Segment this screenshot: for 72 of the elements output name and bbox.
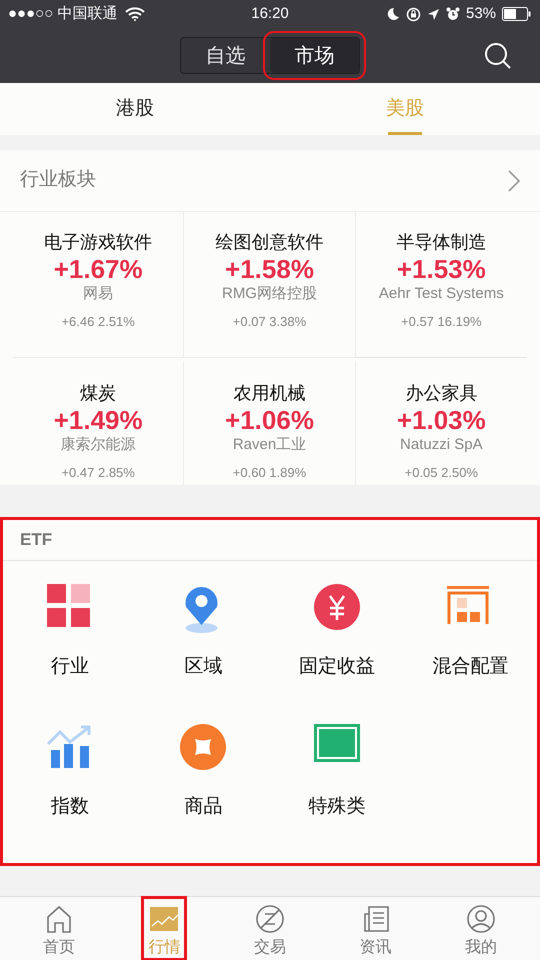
segment-tab[interactable]: 自选 [181, 38, 270, 73]
line-chart-icon [149, 904, 180, 934]
stock-name: Natuzzi SpA [400, 434, 483, 455]
sector-change: +1.67% [54, 254, 143, 284]
user-circle-icon [466, 904, 496, 934]
etf-category[interactable]: 区域 [136, 583, 270, 723]
sector-name: 电子游戏软件 [44, 231, 152, 254]
sector-change: +1.58% [225, 254, 314, 284]
market-tab[interactable]: 港股 [0, 83, 270, 135]
sector-tile[interactable]: 农用机械 +1.06% Raven工业 +0.60 1.89% [184, 360, 356, 485]
sector-tile[interactable]: 绘图创意软件 +1.58% RMG网络控股 +0.07 3.38% [184, 212, 356, 358]
etf-category[interactable]: 混合配置 [404, 583, 537, 723]
moon-icon [386, 7, 400, 21]
chevron-right-icon[interactable] [508, 170, 520, 192]
stock-change: +0.07 3.38% [232, 313, 306, 331]
sector-name: 绘图创意软件 [215, 231, 324, 254]
rotation-lock-icon [406, 6, 421, 22]
battery-icon [502, 7, 532, 21]
etf-category[interactable]: 固定收益 [270, 583, 404, 723]
alarm-icon [446, 7, 460, 21]
tab-bar-label: 行情 [148, 938, 180, 958]
tab-bar-label: 资讯 [360, 938, 392, 958]
stock-change: +6.46 2.51% [61, 313, 135, 331]
location-arrow-icon [426, 8, 440, 20]
stock-name: 康索尔能源 [60, 434, 136, 455]
category-label: 行业 [50, 655, 89, 679]
tab-bar-item[interactable]: 资讯 [354, 897, 398, 960]
category-label: 指数 [50, 795, 89, 819]
tab-bar-item[interactable]: 我的 [459, 897, 504, 960]
tab-bar-label: 交易 [254, 938, 286, 958]
sector-change: +1.03% [396, 404, 486, 435]
stock-name: 网易 [83, 284, 114, 304]
section-title: 行业板块 [20, 168, 96, 192]
category-label: 固定收益 [298, 655, 375, 679]
tab-bar-item[interactable]: 首页 [36, 897, 81, 960]
etf-category[interactable]: 指数 [3, 723, 136, 863]
stock-name: Aehr Test Systems [378, 284, 504, 304]
category-label: 区域 [184, 655, 222, 679]
sector-name: 半导体制造 [396, 231, 486, 254]
segment-tab[interactable]: 市场 [270, 38, 359, 73]
sector-name: 农用机械 [233, 382, 306, 405]
stock-change: +0.57 16.19% [401, 313, 482, 331]
stock-change: +0.47 2.85% [61, 464, 135, 482]
status-time: 16:20 [250, 4, 290, 24]
sector-tile[interactable]: 煤炭 +1.49% 康索尔能源 +0.47 2.85% [13, 360, 184, 485]
sector-name: 办公家具 [405, 382, 478, 405]
stock-change: +0.05 2.50% [404, 464, 478, 482]
sector-change: +1.49% [54, 404, 143, 435]
sector-name: 煤炭 [80, 382, 116, 405]
sector-tile[interactable]: 半导体制造 +1.53% Aehr Test Systems +0.57 16.19% [356, 212, 527, 358]
tab-bar-item[interactable]: 交易 [248, 897, 292, 960]
section-title: ETF [20, 529, 52, 552]
sector-tile[interactable]: 办公家具 +1.03% Natuzzi SpA +0.05 2.50% [356, 360, 527, 485]
battery-percent: 53% [466, 4, 496, 24]
sector-change: +1.06% [225, 404, 314, 435]
z-circle-icon [254, 904, 285, 934]
sector-tile[interactable]: 电子游戏软件 +1.67% 网易 +6.46 2.51% [13, 212, 184, 358]
sector-change: +1.53% [396, 254, 486, 284]
stock-name: RMG网络控股 [222, 284, 317, 304]
carrier-name: ●●●○○ 中国联通 [8, 4, 118, 24]
search-icon[interactable] [484, 42, 512, 70]
category-label: 特殊类 [308, 795, 366, 819]
etf-category[interactable]: 商品 [136, 723, 270, 863]
wifi-icon [125, 7, 146, 21]
etf-category[interactable]: 特殊类 [270, 723, 404, 863]
tab-bar-label: 首页 [42, 938, 75, 958]
stock-name: Raven工业 [232, 434, 306, 455]
tab-bar-label: 我的 [465, 938, 498, 958]
etf-category[interactable]: 行业 [3, 583, 136, 723]
stock-change: +0.60 1.89% [232, 464, 306, 482]
category-label: 混合配置 [432, 655, 508, 679]
category-label: 商品 [184, 795, 222, 819]
